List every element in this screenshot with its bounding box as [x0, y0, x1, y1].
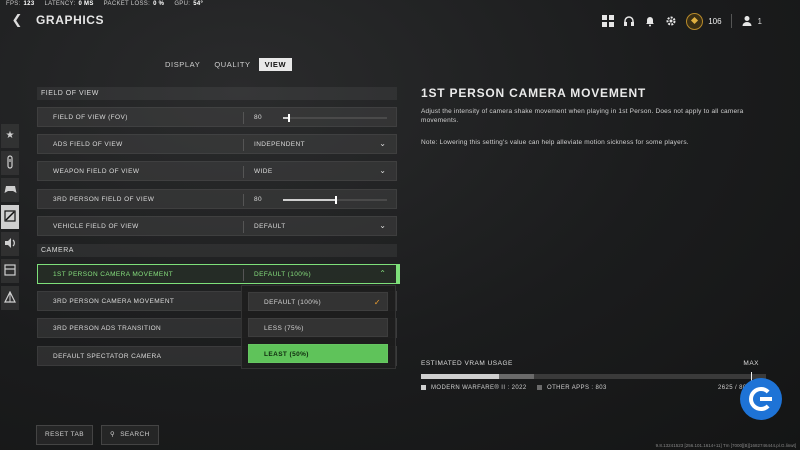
row-divider: [243, 221, 244, 233]
slider-knob[interactable]: [335, 196, 337, 204]
friends-button[interactable]: 1: [741, 15, 762, 27]
vram-bar-other: [499, 374, 534, 379]
fov-slider[interactable]: [283, 114, 387, 122]
chevron-down-icon[interactable]: ⌄: [379, 139, 386, 148]
chevron-down-icon[interactable]: ⌄: [379, 166, 386, 175]
bottom-actions: RESET TAB ⚲ SEARCH: [36, 425, 159, 445]
setting-label: 1ST PERSON CAMERA MOVEMENT: [53, 271, 174, 278]
setting-label: DEFAULT SPECTATOR CAMERA: [53, 353, 162, 360]
setting-label: 3RD PERSON ADS TRANSITION: [53, 325, 162, 332]
dropdown-option-least[interactable]: LEAST (50%): [248, 344, 388, 363]
description-note: Note: Lowering this setting's value can …: [421, 139, 689, 146]
packet-loss-stat: PACKET LOSS: 0 %: [103, 1, 165, 7]
vram-bar: [421, 372, 766, 381]
tab-view[interactable]: VIEW: [258, 58, 293, 71]
setting-value: DEFAULT: [254, 223, 286, 230]
setting-row-vehicle-fov[interactable]: VEHICLE FIELD OF VIEW DEFAULT ⌄: [37, 216, 397, 236]
option-label: LESS (75%): [264, 325, 304, 332]
setting-label: VEHICLE FIELD OF VIEW: [53, 223, 139, 230]
headset-icon[interactable]: [623, 15, 635, 27]
setting-value: INDEPENDENT: [254, 141, 305, 148]
setting-value: WIDE: [254, 168, 273, 175]
setting-row-ads-fov[interactable]: ADS FIELD OF VIEW INDEPENDENT ⌄: [37, 134, 397, 154]
prestige-emblem-icon: [686, 12, 704, 30]
vram-legend-game: MODERN WARFARE® II : 2022: [421, 385, 527, 391]
page-title: GRAPHICS: [36, 13, 105, 27]
section-field-of-view: FIELD OF VIEW: [37, 87, 397, 100]
gear-icon[interactable]: [665, 15, 677, 27]
performance-stats: FPS: 123 LATENCY: 0 MS PACKET LOSS: 0 % GPU…: [6, 1, 203, 7]
fps-stat: FPS: 123: [6, 1, 35, 7]
friends-icon: [742, 16, 752, 26]
third-person-fov-slider[interactable]: [283, 196, 387, 204]
top-bar: ❮ GRAPHICS 106 1: [0, 10, 800, 32]
header-icons: 106 1: [602, 10, 762, 32]
setting-row-first-person-camera[interactable]: 1ST PERSON CAMERA MOVEMENT DEFAULT (100%…: [37, 264, 400, 284]
tab-display[interactable]: DISPLAY: [159, 58, 206, 71]
setting-label: 3RD PERSON FIELD OF VIEW: [53, 196, 155, 203]
setting-row-third-person-fov[interactable]: 3RD PERSON FIELD OF VIEW 80: [37, 189, 397, 209]
setting-value: 80: [254, 196, 263, 203]
option-label: LEAST (50%): [264, 351, 309, 358]
bell-icon[interactable]: [644, 15, 656, 27]
section-camera: CAMERA: [37, 244, 397, 257]
slider-knob[interactable]: [288, 114, 291, 122]
description-text: Adjust the intensity of camera shake mov…: [421, 108, 744, 124]
chevron-down-icon[interactable]: ⌄: [379, 221, 386, 230]
row-divider: [243, 269, 244, 281]
check-icon: ✓: [373, 298, 381, 307]
settings-side-nav: ★: [1, 124, 19, 313]
grid-icon[interactable]: [602, 15, 615, 27]
setting-value: DEFAULT (100%): [254, 271, 312, 278]
setting-description: 1ST PERSON CAMERA MOVEMENT Adjust the in…: [421, 86, 781, 160]
setting-value: 80: [254, 114, 263, 121]
dropdown-option-default[interactable]: DEFAULT (100%) ✓: [248, 292, 388, 311]
setting-row-fov[interactable]: FIELD OF VIEW (FOV) 80: [37, 107, 397, 127]
setting-row-weapon-fov[interactable]: WEAPON FIELD OF VIEW WIDE ⌄: [37, 161, 397, 181]
site-logo: [740, 378, 782, 420]
gpu-stat: GPU: 54°: [174, 1, 204, 7]
camera-movement-dropdown: DEFAULT (100%) ✓ LESS (75%) LEAST (50%): [241, 285, 396, 369]
controller-stick-icon[interactable]: [1, 151, 19, 175]
reset-tab-button[interactable]: RESET TAB: [36, 425, 94, 445]
row-divider: [243, 166, 244, 178]
setting-label: ADS FIELD OF VIEW: [53, 141, 123, 148]
interface-icon[interactable]: [1, 259, 19, 283]
settings-tabs: DISPLAY QUALITY VIEW: [159, 58, 293, 71]
row-divider: [243, 194, 244, 206]
search-button[interactable]: ⚲ SEARCH: [101, 425, 159, 445]
graphics-icon[interactable]: [1, 205, 19, 229]
gamepad-icon[interactable]: [1, 178, 19, 202]
audio-icon[interactable]: [1, 232, 19, 256]
player-level: 106: [708, 16, 722, 26]
dropdown-option-less[interactable]: LESS (75%): [248, 318, 388, 337]
star-icon[interactable]: ★: [1, 124, 19, 148]
setting-label: 3RD PERSON CAMERA MOVEMENT: [53, 298, 175, 305]
vram-max-label: MAX: [743, 360, 759, 367]
vram-title: ESTIMATED VRAM USAGE: [421, 360, 513, 367]
build-string: 9.8.13241523 [256.101.1614+11] Tm [7000]…: [655, 443, 796, 448]
setting-label: FIELD OF VIEW (FOV): [53, 114, 128, 121]
selection-accent: [397, 264, 400, 284]
player-level-badge[interactable]: 106: [686, 12, 722, 30]
vram-usage: ESTIMATED VRAM USAGE MAX MODERN WARFARE®…: [421, 360, 766, 395]
option-label: DEFAULT (100%): [264, 299, 322, 306]
back-icon[interactable]: ❮: [10, 12, 24, 28]
search-icon: ⚲: [110, 431, 116, 438]
friends-count: 1: [757, 16, 762, 26]
chevron-up-icon[interactable]: ⌃: [379, 269, 386, 278]
row-divider: [243, 139, 244, 151]
row-divider: [243, 112, 244, 124]
slider-fill: [283, 199, 335, 201]
tab-quality[interactable]: QUALITY: [208, 58, 256, 71]
description-title: 1ST PERSON CAMERA MOVEMENT: [421, 86, 647, 100]
setting-label: WEAPON FIELD OF VIEW: [53, 168, 140, 175]
header-divider: [730, 14, 732, 28]
vram-bar-game: [421, 374, 500, 379]
vram-legend-other: OTHER APPS : 803: [537, 385, 607, 391]
latency-stat: LATENCY: 0 MS: [44, 1, 94, 7]
network-icon[interactable]: [1, 286, 19, 310]
